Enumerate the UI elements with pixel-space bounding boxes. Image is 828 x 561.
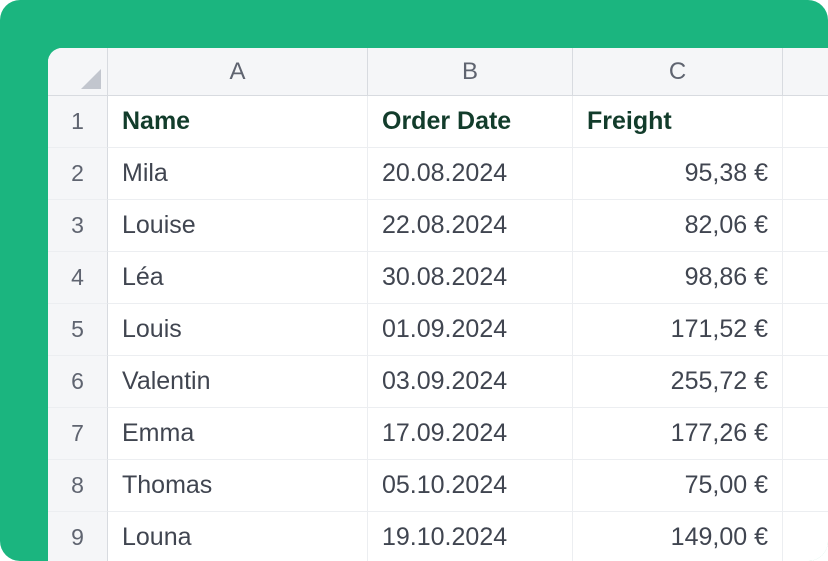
cell-b1[interactable]: Order Date <box>368 96 573 148</box>
cell-d5[interactable] <box>783 304 828 356</box>
cell-c5[interactable]: 171,52 € <box>573 304 783 356</box>
cell-d6[interactable] <box>783 356 828 408</box>
cell-a7[interactable]: Emma <box>108 408 368 460</box>
column-header-b[interactable]: B <box>368 48 573 96</box>
app-frame: A B C 1 Name Order Date Freight 2 Mila 2… <box>0 0 828 561</box>
cell-c4[interactable]: 98,86 € <box>573 252 783 304</box>
cell-c8[interactable]: 75,00 € <box>573 460 783 512</box>
row-header[interactable]: 1 <box>48 96 108 148</box>
cell-d3[interactable] <box>783 200 828 252</box>
cell-d8[interactable] <box>783 460 828 512</box>
row-header[interactable]: 3 <box>48 200 108 252</box>
row-header[interactable]: 7 <box>48 408 108 460</box>
cell-d7[interactable] <box>783 408 828 460</box>
spreadsheet[interactable]: A B C 1 Name Order Date Freight 2 Mila 2… <box>48 48 828 561</box>
cell-c7[interactable]: 177,26 € <box>573 408 783 460</box>
cell-b3[interactable]: 22.08.2024 <box>368 200 573 252</box>
cell-a1[interactable]: Name <box>108 96 368 148</box>
cell-b4[interactable]: 30.08.2024 <box>368 252 573 304</box>
cell-b9[interactable]: 19.10.2024 <box>368 512 573 561</box>
column-header-a[interactable]: A <box>108 48 368 96</box>
cell-a4[interactable]: Léa <box>108 252 368 304</box>
cell-a5[interactable]: Louis <box>108 304 368 356</box>
cell-a3[interactable]: Louise <box>108 200 368 252</box>
cell-a2[interactable]: Mila <box>108 148 368 200</box>
row-header[interactable]: 6 <box>48 356 108 408</box>
row-header[interactable]: 5 <box>48 304 108 356</box>
cell-c6[interactable]: 255,72 € <box>573 356 783 408</box>
cell-c1[interactable]: Freight <box>573 96 783 148</box>
cell-d4[interactable] <box>783 252 828 304</box>
cell-c9[interactable]: 149,00 € <box>573 512 783 561</box>
cell-b7[interactable]: 17.09.2024 <box>368 408 573 460</box>
cell-c2[interactable]: 95,38 € <box>573 148 783 200</box>
column-header-d[interactable] <box>783 48 828 96</box>
grid: A B C 1 Name Order Date Freight 2 Mila 2… <box>48 48 828 561</box>
cell-c3[interactable]: 82,06 € <box>573 200 783 252</box>
cell-b2[interactable]: 20.08.2024 <box>368 148 573 200</box>
cell-a6[interactable]: Valentin <box>108 356 368 408</box>
cell-d9[interactable] <box>783 512 828 561</box>
column-header-c[interactable]: C <box>573 48 783 96</box>
row-header[interactable]: 4 <box>48 252 108 304</box>
row-header[interactable]: 9 <box>48 512 108 561</box>
select-all-corner[interactable] <box>48 48 108 96</box>
cell-b6[interactable]: 03.09.2024 <box>368 356 573 408</box>
row-header[interactable]: 8 <box>48 460 108 512</box>
cell-d1[interactable] <box>783 96 828 148</box>
cell-b8[interactable]: 05.10.2024 <box>368 460 573 512</box>
row-header[interactable]: 2 <box>48 148 108 200</box>
cell-a8[interactable]: Thomas <box>108 460 368 512</box>
cell-d2[interactable] <box>783 148 828 200</box>
cell-a9[interactable]: Louna <box>108 512 368 561</box>
cell-b5[interactable]: 01.09.2024 <box>368 304 573 356</box>
